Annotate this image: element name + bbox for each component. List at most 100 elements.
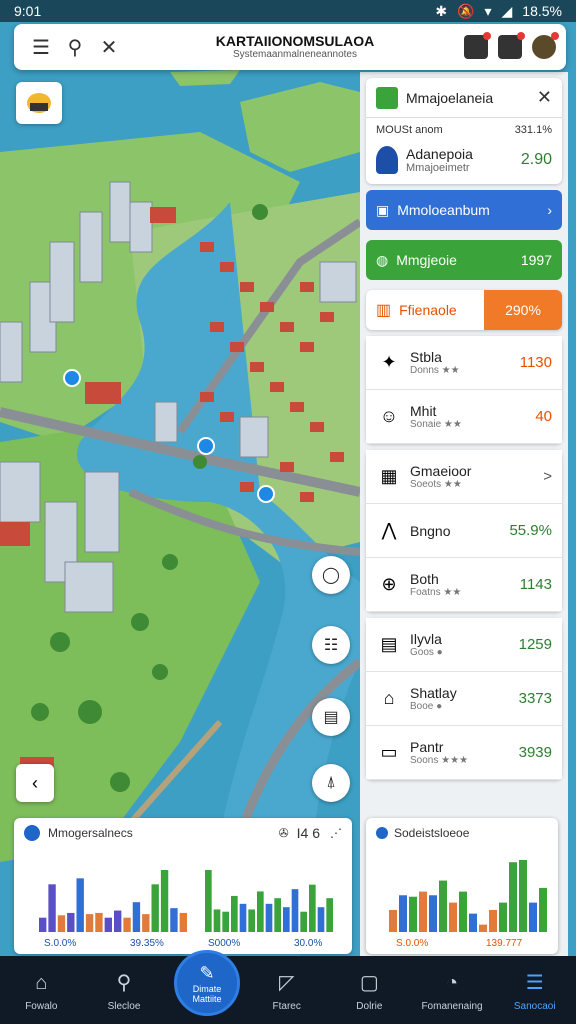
globe-icon: ◍ — [376, 251, 389, 268]
center-action-button[interactable]: ✎ Dimate Mattiite — [174, 950, 240, 1016]
stat-row-title: Bngno — [410, 522, 451, 539]
expand-icon[interactable]: ⋰ — [330, 826, 342, 840]
chart-bar — [449, 902, 457, 932]
chevron-right-icon: › — [547, 202, 552, 218]
orange-row[interactable]: ▥ Ffienaole 290% — [366, 290, 562, 330]
city-logo-button[interactable] — [16, 82, 62, 124]
chart-bar — [283, 907, 290, 932]
nav-item[interactable]: ▢ Dolrie — [328, 956, 411, 1024]
chart-bar — [469, 913, 477, 932]
chart-bar — [76, 878, 84, 932]
green-action-button[interactable]: ◍ Mmgjeoie 1997 — [366, 240, 562, 280]
stat-row-value: 1259 — [518, 636, 552, 653]
lasso-tool-button[interactable]: ◯ — [312, 556, 350, 594]
map-icon: ▢ — [359, 972, 379, 994]
chart-bar — [179, 912, 187, 932]
inbox-icon[interactable] — [498, 32, 525, 59]
summary-value: 331.1% — [514, 124, 552, 136]
chart-bar — [160, 870, 169, 932]
navigate-button[interactable]: ⍋ — [312, 764, 350, 802]
stat-row-title: Stbla — [410, 349, 442, 365]
orange-row-value: 290% — [484, 290, 562, 330]
chart-bar — [85, 914, 94, 932]
chart-bar — [151, 884, 159, 932]
chart-bar — [274, 898, 281, 932]
summary-card: Mmajoelaneia ✕ MOUSt anom 331.1% Adanepo… — [366, 78, 562, 184]
chart-bar — [389, 909, 397, 932]
chart-bar — [67, 912, 75, 932]
battery-level: 18.5% — [522, 3, 562, 19]
layers-button[interactable]: ▤ — [312, 698, 350, 736]
nav-item[interactable]: ◔ Fomanenaing — [411, 956, 494, 1024]
blue-action-button[interactable]: ▣ Mmoloeanbum › — [366, 190, 562, 230]
profile-icon[interactable] — [532, 32, 559, 59]
stat-row-value: 3939 — [518, 744, 552, 761]
stats-list-c: ▤ Ilyvla Goos ● 1259 ⌂ Shatlay Booe ● 3373 ▭ Pant… — [366, 618, 562, 780]
stat-row[interactable]: ⌂ Shatlay Booe ● 3373 — [366, 672, 562, 726]
right-chart-min-label: S.0.0% — [396, 938, 428, 949]
chart-bar — [213, 909, 221, 932]
wifi-icon: ▾ — [484, 2, 492, 19]
stat-row-value: 1130 — [519, 354, 552, 371]
stat-row[interactable]: ▭ Pantr Soons ★★★ 3939 — [366, 726, 562, 780]
orange-row-label: Ffienaole — [399, 302, 457, 318]
location-marker-icon — [376, 146, 398, 174]
nav-item[interactable]: ⚲ Slecloe — [83, 956, 166, 1024]
left-chart-card: Mmogersalnecs ✇ I4 6 ⋰ S.0.0% 39.35% S00… — [14, 818, 352, 954]
chart-bar — [429, 895, 437, 932]
stat-row[interactable]: ▦ Gmaeioor Soeots ★★ > — [366, 450, 562, 504]
stat-row[interactable]: ☺ Mhit Sonaie ★★ 40 — [366, 390, 562, 444]
close-panel-icon[interactable]: ✕ — [537, 87, 552, 108]
chart-bar — [257, 891, 264, 932]
search-icon[interactable]: ⚲ — [58, 30, 92, 64]
collapse-button[interactable]: ‹ — [16, 764, 54, 802]
chart-bar — [104, 917, 112, 932]
menu-icon[interactable]: ☰ — [24, 30, 58, 64]
right-chart-card: Sodeistsloeoe S.0.0% 139.777 — [366, 818, 558, 954]
bookmark-icon[interactable] — [464, 32, 491, 59]
home-icon: ⌂ — [35, 972, 48, 994]
compass-icon: ✦ — [381, 352, 397, 372]
left-chart-min-label: S.0.0% — [44, 938, 76, 949]
summary-main[interactable]: Adanepoia Mmajoeimetr 2.90 — [366, 142, 562, 184]
right-chart-max-label: 139.777 — [486, 938, 523, 949]
stat-row[interactable]: ⋀ Bngno 55.9% — [366, 504, 562, 558]
chart-bar — [239, 903, 247, 932]
mute-icon: 🔕 — [457, 2, 475, 19]
stat-row-title: Ilyvla — [410, 631, 442, 647]
flag-icon — [376, 86, 398, 109]
nav-item[interactable]: ◸ Ftarec — [245, 956, 328, 1024]
stat-row[interactable]: ⊕ Both Foatns ★★ 1143 — [366, 558, 562, 612]
stat-row-sub: Donns ★★ — [410, 365, 460, 376]
chart-bar — [459, 891, 467, 932]
chart-bar — [499, 902, 507, 932]
summary-main-title: Adanepoia — [406, 146, 473, 162]
document-icon: ▭ — [380, 742, 398, 762]
chart-bar — [291, 889, 299, 932]
stat-row-title: Both — [410, 571, 439, 587]
green-action-label: Mmgjeoie — [396, 252, 457, 268]
stat-row-value: 3373 — [518, 690, 552, 707]
right-chart-title: Sodeistsloeoe — [394, 826, 470, 840]
stat-row-sub: Sonaie ★★ — [410, 419, 462, 430]
stat-row-sub: Soeots ★★ — [410, 479, 462, 490]
chart-bar — [57, 915, 66, 932]
app-subtitle-text: Systemaanmalneneannotes — [233, 49, 357, 61]
chart-bar — [399, 895, 407, 932]
summary-main-value: 2.90 — [520, 151, 552, 168]
summary-main-sub: Mmajoeimetr — [406, 162, 470, 174]
stat-row[interactable]: ✦ Stbla Donns ★★ 1130 — [366, 336, 562, 390]
book-icon: ▦ — [380, 466, 398, 486]
nav-item-label: Slecloe — [107, 1001, 141, 1012]
nav-item[interactable]: ⌂ Fowalo — [0, 956, 83, 1024]
chart-bar — [132, 902, 141, 932]
fan-icon[interactable]: ✇ — [279, 826, 289, 840]
chart-bar — [48, 884, 56, 932]
stat-row[interactable]: ▤ Ilyvla Goos ● 1259 — [366, 618, 562, 672]
alert-icon: ◔ — [445, 972, 459, 994]
nav-item[interactable]: ☰ Sanocaoi — [493, 956, 576, 1024]
close-icon[interactable]: ✕ — [92, 30, 126, 64]
stat-row-value: 55.9% — [509, 522, 552, 539]
report-button[interactable]: ☷ — [312, 626, 350, 664]
chart-bar — [95, 912, 103, 932]
